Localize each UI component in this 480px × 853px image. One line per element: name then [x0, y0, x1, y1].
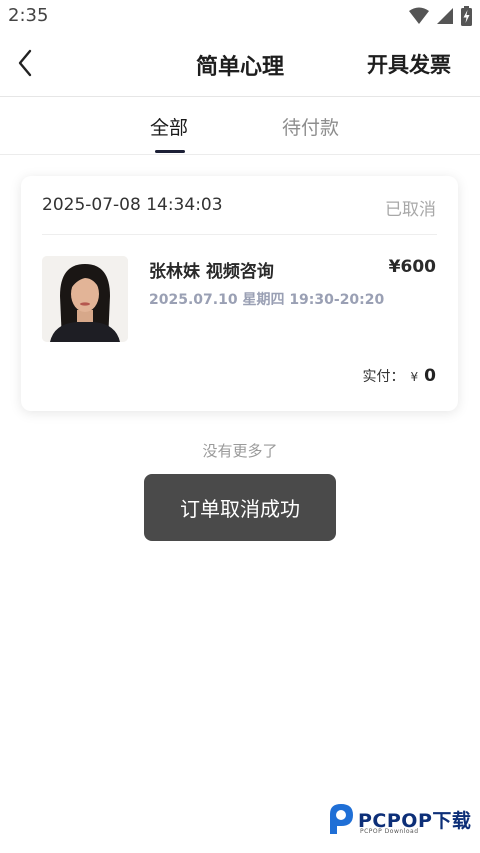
- order-card[interactable]: 2025-07-08 14:34:03 已取消 张林妹 视频咨询 ¥600 20…: [21, 176, 458, 411]
- toast-message: 订单取消成功: [144, 474, 336, 541]
- tab-all[interactable]: 全部: [150, 113, 188, 140]
- paid-label: 实付：: [362, 369, 405, 385]
- paid-amount-row: 实付： ¥ 0: [363, 366, 436, 386]
- appointment-schedule: 2025.07.10 星期四 19:30-20:20: [149, 292, 385, 308]
- status-bar: 2:35: [0, 0, 480, 34]
- tab-pending-payment[interactable]: 待付款: [282, 113, 339, 140]
- paid-amount: 0: [424, 366, 436, 386]
- status-time: 2:35: [8, 5, 49, 26]
- watermark: PCPOP下载 PCPOP Download: [324, 800, 474, 840]
- order-tabs: 全部 待付款: [0, 97, 480, 155]
- card-divider: [42, 234, 437, 235]
- signal-icon: [436, 7, 454, 29]
- back-button[interactable]: [10, 48, 40, 82]
- order-list-screen: 2:35 简单心理 开具发票 全部 待付款 2025-07-08 14:34:0…: [0, 0, 480, 853]
- status-icons: [409, 6, 472, 30]
- service-name: 张林妹 视频咨询: [149, 262, 274, 282]
- watermark-subtitle: PCPOP Download: [360, 828, 419, 835]
- wifi-icon: [409, 7, 429, 29]
- app-header: 简单心理 开具发票: [0, 34, 480, 97]
- active-tab-indicator: [155, 150, 185, 153]
- chevron-left-icon: [17, 49, 33, 81]
- issue-invoice-button[interactable]: 开具发票: [367, 49, 451, 79]
- order-created-time: 2025-07-08 14:34:03: [42, 195, 223, 215]
- paid-currency: ¥: [410, 370, 419, 384]
- battery-charging-icon: [461, 6, 472, 30]
- list-end-text: 没有更多了: [202, 442, 278, 460]
- watermark-logo-icon: [324, 802, 356, 840]
- counselor-avatar: [42, 256, 128, 342]
- service-price: ¥600: [388, 257, 436, 277]
- order-status-badge: 已取消: [385, 200, 436, 220]
